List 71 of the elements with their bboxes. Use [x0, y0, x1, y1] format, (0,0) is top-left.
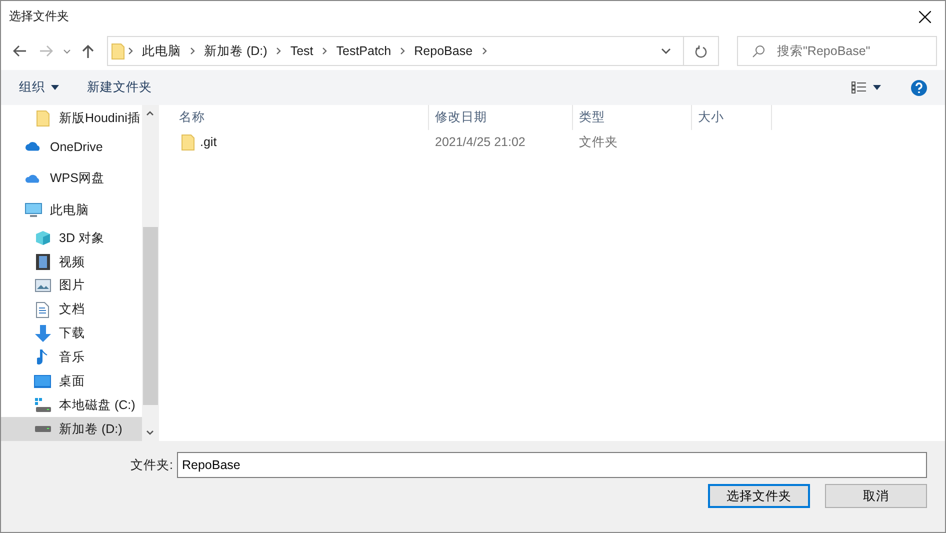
folder-icon [111, 42, 125, 60]
search-icon [752, 44, 765, 58]
column-header[interactable]: 类型 [573, 105, 692, 130]
desktop-icon [34, 374, 51, 388]
cloud-icon [25, 173, 42, 184]
folder-icon [181, 134, 195, 150]
help-icon[interactable] [911, 80, 927, 96]
caret-icon [873, 85, 881, 90]
sidebar-item[interactable]: 视频 [1, 250, 142, 274]
sidebar-item[interactable]: WPS网盘 [1, 162, 142, 194]
sidebar-item[interactable]: 文档 [1, 298, 142, 322]
chevron-right-icon [128, 47, 133, 55]
folder-input[interactable]: RepoBase [177, 452, 927, 478]
breadcrumb[interactable]: 新加卷 (D:) [198, 42, 274, 60]
sidebar-item[interactable]: 3D 对象 [1, 226, 142, 250]
file-type: 文件夹 [578, 134, 619, 150]
forward-icon [39, 45, 53, 57]
sidebar-item[interactable]: 下载 [1, 322, 142, 346]
sidebar-item[interactable]: 音乐 [1, 346, 142, 370]
music-note-icon [37, 349, 48, 366]
monitor-icon [25, 202, 42, 218]
organize-menu[interactable]: 组织 [19, 79, 59, 96]
breadcrumb[interactable]: TestPatch [330, 44, 398, 58]
sidebar-item[interactable]: 此电脑 [1, 194, 142, 226]
folder-label: 文件夹: [130, 456, 173, 474]
sidebar-item[interactable]: 图片 [1, 274, 142, 298]
chevron-right-icon [190, 47, 195, 55]
refresh-icon [695, 44, 707, 58]
column-header[interactable]: 修改日期 [429, 105, 573, 130]
cube-icon [34, 230, 50, 246]
sidebar-item[interactable]: 新版Houdini插 [1, 107, 142, 131]
view-menu[interactable] [851, 81, 881, 94]
chevron-down-icon [661, 48, 671, 54]
details-view-icon [851, 81, 867, 94]
document-icon [36, 302, 49, 318]
sidebar-item[interactable]: 新加卷 (D:) [1, 417, 142, 441]
column-header[interactable]: 大小 [692, 105, 772, 130]
file-name: .git [200, 135, 217, 149]
up-arrow-icon [82, 44, 94, 58]
chevron-right-icon [322, 47, 328, 55]
window-title: 选择文件夹 [9, 8, 69, 25]
sidebar-item[interactable]: 桌面 [1, 369, 142, 394]
chevron-right-icon [276, 47, 282, 55]
sidebar-item[interactable]: 本地磁盘 (C:) [1, 393, 142, 418]
modified-date: 2021/4/25 21:02 [434, 135, 526, 149]
film-icon [36, 254, 50, 270]
chevron-up-icon[interactable] [146, 111, 154, 116]
breadcrumb[interactable]: 此电脑 [136, 42, 187, 60]
new-folder-button[interactable]: 新建文件夹 [87, 79, 152, 96]
search-field[interactable]: 搜索"RepoBase" [737, 36, 937, 66]
back-icon [13, 45, 27, 57]
sidebar-item[interactable]: OneDrive [1, 130, 142, 163]
caret-icon [51, 85, 59, 90]
picture-icon [34, 279, 50, 292]
drive-icon [34, 398, 50, 412]
breadcrumb[interactable]: RepoBase [408, 44, 479, 58]
chevron-down-icon[interactable] [146, 430, 154, 435]
file-row[interactable]: .git 2021/4/25 21:02 文件夹 [173, 131, 945, 153]
down-arrow-icon [34, 325, 50, 342]
cancel-button[interactable]: 取消 [825, 484, 927, 508]
cloud-icon [25, 141, 42, 152]
chevron-right-icon [400, 47, 406, 55]
chevron-down-icon [63, 48, 71, 54]
breadcrumb[interactable]: Test [284, 44, 320, 58]
folder-icon [36, 110, 50, 128]
select-folder-button[interactable]: 选择文件夹 [708, 484, 810, 508]
drive-icon [34, 426, 50, 432]
chevron-right-icon [482, 47, 487, 55]
close-icon [919, 10, 931, 22]
column-header[interactable]: 名称 [173, 105, 429, 130]
scrollbar[interactable] [142, 105, 158, 441]
